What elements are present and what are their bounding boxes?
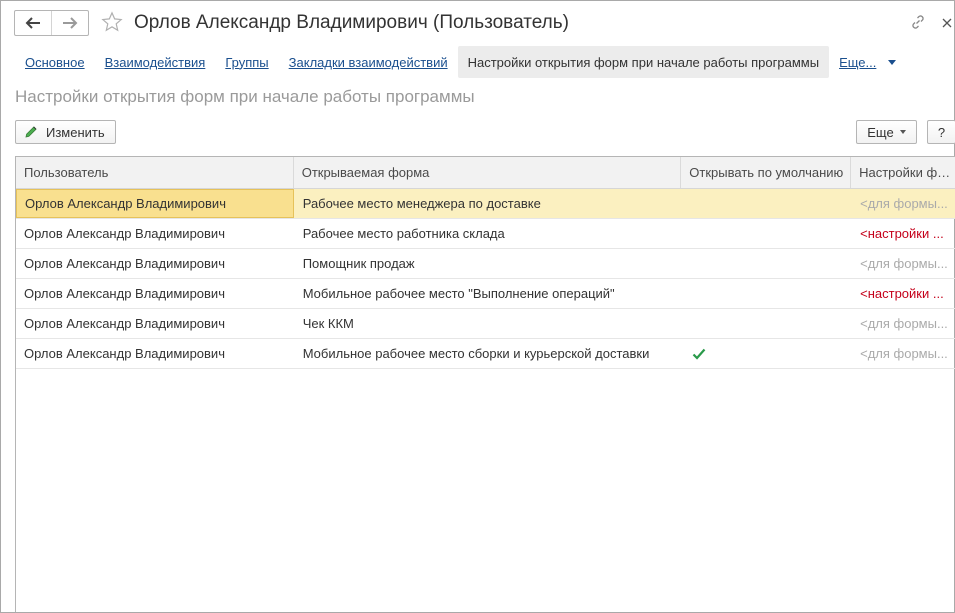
- window: Орлов Александр Владимирович (Пользовате…: [0, 0, 955, 613]
- cell-default[interactable]: [681, 339, 851, 368]
- table-row[interactable]: Орлов Александр Владимирович Рабочее мес…: [16, 189, 955, 219]
- tab-interactions[interactable]: Взаимодействия: [95, 46, 216, 78]
- cell-user[interactable]: Орлов Александр Владимирович: [16, 309, 294, 338]
- cell-settings[interactable]: <для формы...: [851, 339, 955, 368]
- favorite-button[interactable]: [100, 10, 124, 34]
- cell-default[interactable]: [681, 309, 851, 338]
- tab-groups[interactable]: Группы: [215, 46, 278, 78]
- tab-main[interactable]: Основное: [15, 46, 95, 78]
- tab-startup-form-settings[interactable]: Настройки открытия форм при начале работ…: [457, 46, 830, 78]
- column-header-settings[interactable]: Настройки формы: [851, 157, 955, 188]
- cell-form[interactable]: Рабочее место менеджера по доставке: [294, 189, 682, 218]
- cell-default[interactable]: [681, 219, 851, 248]
- column-header-form[interactable]: Открываемая форма: [294, 157, 682, 188]
- caret-down-icon: [888, 59, 897, 65]
- edit-button[interactable]: Изменить: [15, 120, 116, 144]
- cell-default[interactable]: [681, 249, 851, 278]
- copy-link-button[interactable]: [909, 13, 927, 31]
- tab-more-label: Еще...: [839, 54, 877, 70]
- cell-settings[interactable]: <для формы...: [851, 249, 955, 278]
- cell-form[interactable]: Рабочее место работника склада: [294, 219, 682, 248]
- help-button-label: ?: [937, 124, 946, 140]
- cell-default[interactable]: [681, 279, 851, 308]
- table-row[interactable]: Орлов Александр Владимирович Мобильное р…: [16, 279, 955, 309]
- more-actions-label: Еще: [867, 124, 894, 140]
- star-icon: [101, 11, 123, 32]
- more-actions-button[interactable]: Еще: [856, 120, 917, 144]
- cell-user[interactable]: Орлов Александр Владимирович: [16, 339, 294, 368]
- cell-form[interactable]: Мобильное рабочее место "Выполнение опер…: [294, 279, 682, 308]
- column-header-default[interactable]: Открывать по умолчанию: [681, 157, 852, 188]
- history-navigation: [14, 10, 89, 36]
- forward-button[interactable]: [51, 11, 88, 35]
- tab-more[interactable]: Еще...: [829, 46, 906, 78]
- arrow-left-icon: [25, 17, 40, 29]
- cell-user[interactable]: Орлов Александр Владимирович: [16, 219, 294, 248]
- cell-user[interactable]: Орлов Александр Владимирович: [16, 249, 294, 278]
- edit-button-label: Изменить: [46, 124, 105, 140]
- table-row[interactable]: Орлов Александр Владимирович Рабочее мес…: [16, 219, 955, 249]
- close-icon: [942, 18, 952, 28]
- cell-form[interactable]: Помощник продаж: [294, 249, 682, 278]
- section-title: Настройки открытия форм при начале работ…: [15, 87, 475, 106]
- tab-interaction-bookmarks[interactable]: Закладки взаимодействий: [279, 46, 458, 78]
- checkmark-icon: [693, 348, 706, 360]
- cell-settings[interactable]: <для формы...: [851, 189, 955, 218]
- cell-user[interactable]: Орлов Александр Владимирович: [16, 189, 294, 218]
- table-row[interactable]: Орлов Александр Владимирович Чек ККМ <дл…: [16, 309, 955, 339]
- help-button[interactable]: ?: [927, 120, 955, 144]
- table-row[interactable]: Орлов Александр Владимирович Помощник пр…: [16, 249, 955, 279]
- pencil-icon: [24, 125, 38, 139]
- cell-form[interactable]: Мобильное рабочее место сборки и курьерс…: [294, 339, 682, 368]
- close-button[interactable]: [941, 13, 955, 31]
- cell-settings[interactable]: <настройки ...: [851, 219, 955, 248]
- cell-settings[interactable]: <настройки ...: [851, 279, 955, 308]
- cell-user[interactable]: Орлов Александр Владимирович: [16, 279, 294, 308]
- caret-down-icon: [899, 130, 906, 134]
- back-button[interactable]: [15, 11, 51, 35]
- cell-default[interactable]: [681, 189, 851, 218]
- cell-settings[interactable]: <для формы...: [851, 309, 955, 338]
- cell-form[interactable]: Чек ККМ: [294, 309, 682, 338]
- link-icon: [912, 15, 924, 29]
- column-header-user[interactable]: Пользователь: [16, 157, 294, 188]
- arrow-right-icon: [63, 17, 78, 29]
- table-header: Пользователь Открываемая форма Открывать…: [16, 157, 955, 189]
- window-title: Орлов Александр Владимирович (Пользовате…: [134, 12, 569, 33]
- settings-table: Пользователь Открываемая форма Открывать…: [15, 156, 955, 612]
- form-tabs: Основное Взаимодействия Группы Закладки …: [15, 46, 906, 78]
- table-row[interactable]: Орлов Александр Владимирович Мобильное р…: [16, 339, 955, 369]
